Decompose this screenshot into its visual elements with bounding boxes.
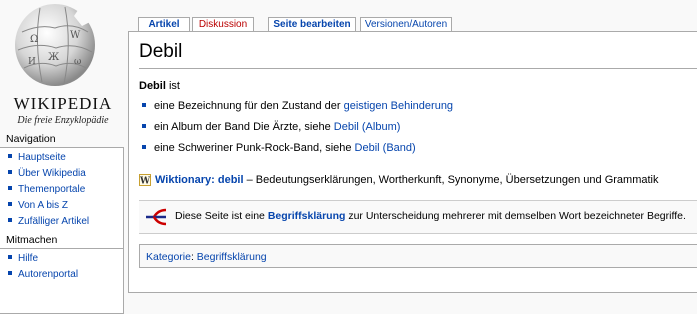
disambig-suffix: zur Unterscheidung mehrerer mit demselbe…: [345, 210, 686, 222]
intro-paragraph: Debil ist: [139, 80, 180, 92]
nav-item-label[interactable]: Hilfe: [18, 253, 38, 264]
bullet-icon: [8, 170, 12, 175]
meaning-text: eine Schweriner Punk-Rock-Band, siehe: [154, 142, 355, 154]
bullet-icon: [8, 202, 12, 207]
wikipedia-globe-icon: Ω W Ж И ω: [15, 4, 95, 86]
meaning-link[interactable]: geistigen Behinderung: [344, 100, 453, 112]
page-title: Debil: [139, 41, 183, 62]
navigation-heading: Navigation: [6, 133, 56, 145]
disambiguation-box: Diese Seite ist eine Begriffsklärung zur…: [139, 200, 697, 234]
wikipedia-logo[interactable]: Ω W Ж И ω WIKIPEDIA Die freie Enzyklopäd…: [0, 0, 128, 128]
intro-term: Debil: [139, 80, 166, 92]
wiktionary-icon: W: [139, 174, 151, 187]
nav-item-von-a-bis-z[interactable]: Von A bis Z: [6, 198, 123, 214]
bullet-icon: [8, 186, 12, 191]
bullet-icon: [142, 103, 146, 108]
category-item[interactable]: Begriffsklärung: [197, 251, 267, 263]
meaning-list: eine Bezeichnung für den Zustand der gei…: [139, 96, 453, 159]
disambig-prefix: Diese Seite ist eine: [175, 210, 268, 222]
nav-item-hauptseite[interactable]: Hauptseite: [6, 150, 123, 166]
disambiguation-icon: [146, 208, 167, 226]
nav-item-autorenportal[interactable]: Autorenportal: [6, 267, 123, 283]
meaning-text: ein Album der Band Die Ärzte, siehe: [154, 121, 334, 133]
svg-text:Ж: Ж: [48, 52, 60, 63]
logo-wordmark: WIKIPEDIA: [13, 94, 113, 113]
meaning-text: eine Bezeichnung für den Zustand der: [154, 100, 344, 112]
category-links: Kategorie: Begriffsklärung: [139, 244, 697, 268]
svg-text:W: W: [139, 177, 151, 187]
tab-history[interactable]: Versionen/Autoren: [360, 17, 452, 32]
list-item: eine Schweriner Punk-Rock-Band, siehe De…: [139, 138, 453, 159]
nav-item-label[interactable]: Über Wikipedia: [18, 168, 86, 179]
nav-item-label[interactable]: Von A bis Z: [18, 200, 68, 211]
list-item: eine Bezeichnung für den Zustand der gei…: [139, 96, 453, 117]
disambiguation-text: Diese Seite ist eine Begriffsklärung zur…: [175, 210, 686, 222]
svg-text:ω: ω: [74, 57, 81, 67]
list-item: ein Album der Band Die Ärzte, siehe Debi…: [139, 117, 453, 138]
nav-item-ueber-wikipedia[interactable]: Über Wikipedia: [6, 166, 123, 182]
intro-rest: ist: [165, 80, 180, 92]
heading-divider: [139, 68, 697, 69]
nav-item-hilfe[interactable]: Hilfe: [6, 251, 123, 267]
nav-item-label[interactable]: Zufälliger Artikel: [18, 216, 89, 227]
bullet-icon: [8, 154, 12, 159]
svg-text:И: И: [28, 57, 36, 67]
meaning-link[interactable]: Debil (Album): [334, 121, 401, 133]
tab-discussion[interactable]: Diskussion: [192, 17, 254, 32]
wiktionary-note: W Wiktionary: debil – Bedeutungserklärun…: [139, 174, 659, 187]
disambig-link[interactable]: Begriffsklärung: [268, 210, 346, 222]
bullet-icon: [8, 255, 12, 260]
meaning-link[interactable]: Debil (Band): [355, 142, 416, 154]
nav-item-label[interactable]: Themenportale: [18, 184, 85, 195]
tab-edit[interactable]: Seite bearbeiten: [268, 17, 356, 32]
svg-text:Ω: Ω: [30, 34, 38, 45]
nav-item-label[interactable]: Autorenportal: [18, 269, 78, 280]
mitmachen-heading: Mitmachen: [6, 234, 58, 246]
tab-article[interactable]: Artikel: [138, 17, 190, 32]
mitmachen-body: Hilfe Autorenportal: [0, 248, 124, 314]
mitmachen-portlet: Mitmachen Hilfe Autorenportal: [0, 231, 124, 314]
bullet-icon: [142, 145, 146, 150]
logo-tagline: Die freie Enzyklopädie: [17, 115, 109, 126]
nav-item-themenportale[interactable]: Themenportale: [6, 182, 123, 198]
category-label[interactable]: Kategorie: [146, 251, 191, 263]
wiktionary-link[interactable]: Wiktionary: debil: [155, 174, 244, 186]
nav-item-zufaelliger-artikel[interactable]: Zufälliger Artikel: [6, 214, 123, 230]
bullet-icon: [142, 124, 146, 129]
svg-text:W: W: [70, 30, 81, 41]
wiktionary-description: – Bedeutungserklärungen, Wortherkunft, S…: [243, 174, 659, 186]
bullet-icon: [8, 271, 12, 276]
bullet-icon: [8, 218, 12, 223]
content-area: Debil Debil ist eine Bezeichnung für den…: [128, 31, 697, 293]
nav-item-label[interactable]: Hauptseite: [18, 152, 66, 163]
